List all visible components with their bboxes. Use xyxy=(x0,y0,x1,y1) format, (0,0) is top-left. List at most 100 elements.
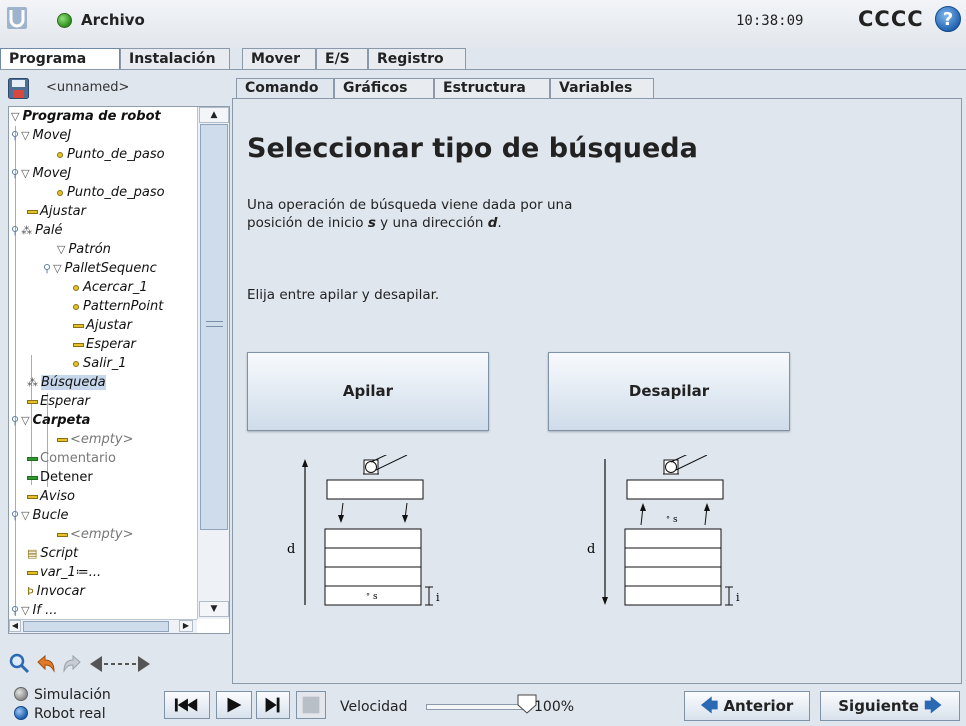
tab-mover[interactable]: Mover xyxy=(242,48,316,70)
text-fragment: posición de inicio xyxy=(247,215,368,231)
command-icon xyxy=(27,456,38,461)
tree-node[interactable]: Esperar xyxy=(27,392,90,411)
tree-node[interactable]: Punto_de_paso xyxy=(57,183,165,202)
tree-node[interactable]: Aviso xyxy=(27,487,75,506)
next-button[interactable]: Siguiente 🡆 xyxy=(820,691,960,721)
tree-content: ▽ Programa de robot ⚲ ▽ MoveJ Punto_de_paso… xyxy=(9,107,194,619)
tree-node[interactable]: ⚲ ▽ Carpeta xyxy=(11,411,90,430)
tab-comando[interactable]: Comando xyxy=(236,78,334,100)
diagram-label-i: i xyxy=(436,591,440,604)
tab-variables[interactable]: Variables xyxy=(550,78,654,99)
tree-node[interactable]: ⚲ ⁂ Palé xyxy=(11,221,62,240)
tab-es[interactable]: E/S xyxy=(316,48,368,70)
footer-bar: Simulación Robot real Velocidad 100% 🡄 A… xyxy=(0,684,966,726)
tab-instalacion[interactable]: Instalación xyxy=(120,48,230,70)
scroll-right-icon[interactable]: ▶ xyxy=(179,620,193,632)
triangle-icon: ▽ xyxy=(57,243,66,256)
tree-node[interactable]: Esperar xyxy=(73,335,136,354)
tree-node[interactable]: ▽ Programa de robot xyxy=(11,107,161,126)
tree-node[interactable]: Þ Invocar xyxy=(27,582,85,601)
tree-node[interactable]: ▽ Patrón xyxy=(57,240,111,259)
redo-icon[interactable] xyxy=(60,652,84,676)
scroll-thumb[interactable] xyxy=(200,124,228,530)
tree-node[interactable]: PatternPoint xyxy=(73,297,163,316)
tree-horizontal-scrollbar[interactable]: ◀ ▶ xyxy=(9,619,197,633)
mode-simulation[interactable]: Simulación xyxy=(14,687,111,703)
tree-guide xyxy=(15,126,16,616)
diagram-label-d: d xyxy=(587,542,595,557)
scroll-left-icon[interactable]: ◀ xyxy=(9,620,21,632)
waypoint-icon xyxy=(57,189,63,196)
save-icon[interactable] xyxy=(8,78,29,99)
file-status-icon xyxy=(57,13,72,28)
tab-estructura[interactable]: Estructura xyxy=(434,78,550,99)
command-icon xyxy=(57,532,68,537)
tree-node[interactable]: Detener xyxy=(27,468,93,487)
undo-icon[interactable] xyxy=(34,652,58,676)
tree-node-selected[interactable]: ⁂ Búsqueda xyxy=(27,373,106,392)
triangle-icon: ▽ xyxy=(21,129,30,142)
file-menu[interactable]: Archivo xyxy=(81,11,145,29)
robot-name: CCCC xyxy=(858,7,924,31)
tree-node[interactable]: ⚲ ▽ MoveJ xyxy=(11,164,71,183)
stack-button[interactable]: Apilar xyxy=(247,352,489,431)
skip-back-icon[interactable] xyxy=(164,691,210,719)
tree-node[interactable]: ▤ Script xyxy=(27,544,78,563)
tree-toolbar xyxy=(8,650,230,680)
tree-node[interactable]: <empty> xyxy=(57,430,134,449)
move-node-icon[interactable] xyxy=(88,652,152,676)
tree-node[interactable]: ⚲ ▽ Bucle xyxy=(11,506,68,525)
tabs-divider xyxy=(0,69,966,70)
command-icon xyxy=(27,209,38,214)
waypoint-icon xyxy=(57,151,63,158)
tree-node[interactable]: ⚲ ▽ MoveJ xyxy=(11,126,71,145)
tree-node[interactable]: ⚲ ▽ PalletSequenc xyxy=(43,259,157,278)
tree-node[interactable]: <empty> xyxy=(57,525,134,544)
call-icon: Þ xyxy=(27,585,34,598)
real-robot-radio-icon[interactable] xyxy=(14,706,28,720)
tree-node[interactable]: Acercar_1 xyxy=(73,278,148,297)
tree-node[interactable]: var_1≔... xyxy=(27,563,101,582)
help-icon[interactable]: ? xyxy=(935,6,961,32)
tab-registro[interactable]: Registro xyxy=(368,48,466,70)
command-icon xyxy=(27,570,38,575)
scroll-up-icon[interactable]: ▲ xyxy=(199,107,229,123)
step-forward-icon[interactable] xyxy=(256,691,290,719)
text-fragment: . xyxy=(497,215,502,231)
command-icon xyxy=(73,342,84,347)
simulation-radio-icon[interactable] xyxy=(14,687,28,701)
program-name: <unnamed> xyxy=(46,80,130,95)
stop-icon[interactable] xyxy=(296,691,326,719)
expand-pin-icon: ⚲ xyxy=(11,509,20,522)
symbol-s: s xyxy=(367,215,376,231)
tab-programa[interactable]: Programa xyxy=(0,48,120,70)
program-header: <unnamed> xyxy=(8,74,230,104)
text-fragment: y una dirección xyxy=(375,215,488,231)
tab-graficos[interactable]: Gráficos xyxy=(334,78,434,99)
triangle-icon: ▽ xyxy=(53,262,62,275)
diagram-label-d: d xyxy=(287,542,295,557)
program-tree[interactable]: ▽ Programa de robot ⚲ ▽ MoveJ Punto_de_paso… xyxy=(8,106,230,634)
mode-label: Simulación xyxy=(34,687,111,703)
expand-pin-icon: ⚲ xyxy=(11,167,20,180)
scroll-down-icon[interactable]: ▼ xyxy=(199,601,229,617)
tree-node[interactable]: Punto_de_paso xyxy=(57,145,165,164)
scroll-thumb[interactable] xyxy=(23,621,169,632)
play-icon[interactable] xyxy=(216,691,252,719)
destack-button[interactable]: Desapilar xyxy=(548,352,790,431)
destack-diagram: d ° s i xyxy=(587,455,740,606)
previous-button[interactable]: 🡄 Anterior xyxy=(684,691,810,721)
tree-node[interactable]: Comentario xyxy=(27,449,116,468)
tree-node[interactable]: Salir_1 xyxy=(73,354,127,373)
description-line: Una operación de búsqueda viene dada por… xyxy=(247,197,573,213)
diagram-dot-icon: ° xyxy=(666,515,670,524)
speed-label: Velocidad xyxy=(340,699,408,715)
search-icon[interactable] xyxy=(8,652,32,676)
triangle-icon: ▽ xyxy=(21,509,30,522)
mode-real-robot[interactable]: Robot real xyxy=(14,706,106,722)
mode-label: Robot real xyxy=(34,706,106,722)
tree-node[interactable]: Ajustar xyxy=(27,202,86,221)
tree-node[interactable]: Ajustar xyxy=(73,316,132,335)
tree-node[interactable]: ⚲ ▽ If ... xyxy=(11,601,57,619)
tree-vertical-scrollbar[interactable]: ▲ ▼ xyxy=(197,107,229,619)
